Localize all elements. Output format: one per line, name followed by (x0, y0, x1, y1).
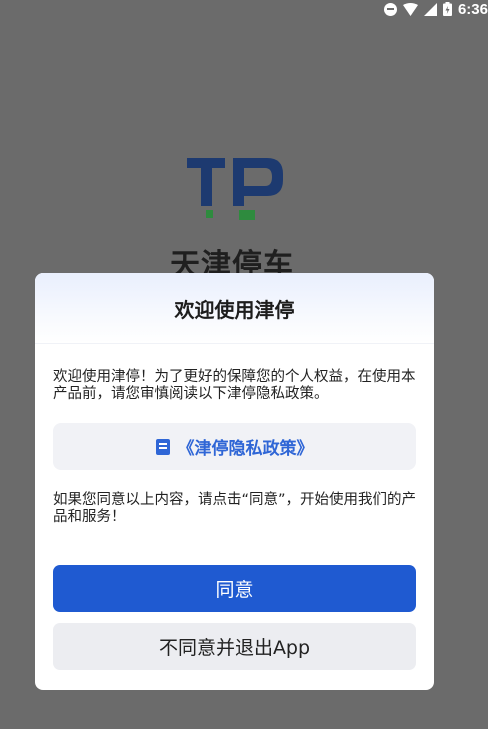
dialog-title: 欢迎使用津停 (174, 297, 295, 322)
status-time: 6:36 (457, 0, 488, 18)
document-icon (155, 438, 170, 455)
decline-exit-button[interactable]: 不同意并退出App (53, 623, 416, 670)
cellular-signal-icon (423, 2, 437, 16)
do-not-disturb-icon (383, 2, 397, 16)
status-bar: 6:36 (0, 0, 488, 20)
app-logo-icon (187, 158, 283, 220)
battery-icon (442, 2, 452, 16)
consent-text: 如果您同意以上内容，请点击“同意”，开始使用我们的产品和服务！ (53, 492, 417, 525)
dialog-header: 欢迎使用津停 (35, 273, 434, 344)
wifi-icon (402, 2, 418, 16)
intro-text: 欢迎使用津停！为了更好的保障您的个人权益，在使用本产品前，请您审慎阅读以下津停隐… (53, 369, 416, 402)
privacy-policy-label: 《津停隐私政策》 (177, 439, 314, 459)
privacy-dialog: 欢迎使用津停 欢迎使用津停！为了更好的保障您的个人权益，在使用本产品前，请您审慎… (35, 273, 434, 690)
status-icons: 6:36 (383, 0, 488, 18)
agree-button[interactable]: 同意 (53, 565, 416, 612)
privacy-policy-link[interactable]: 《津停隐私政策》 (53, 423, 416, 470)
